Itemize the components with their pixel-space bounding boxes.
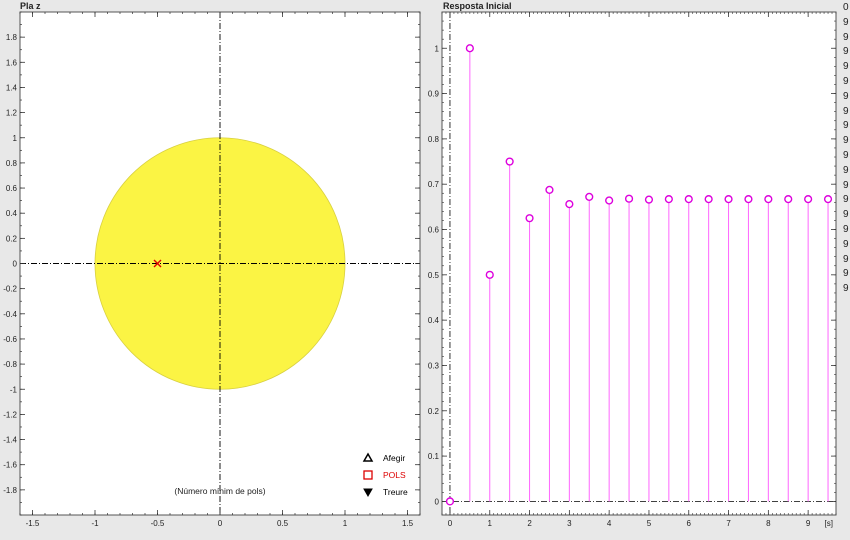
side-strip-digit: 9 xyxy=(843,16,849,28)
x-tick-label: 1.5 xyxy=(402,519,414,528)
y-tick-label: -1.8 xyxy=(3,486,17,495)
y-tick-label: 0.8 xyxy=(6,159,18,168)
y-tick-label: 0.2 xyxy=(428,407,440,416)
x-tick-label: 6 xyxy=(687,519,692,528)
stem-marker xyxy=(724,195,733,204)
stem-marker xyxy=(545,185,554,194)
side-strip-digit: 9 xyxy=(843,76,849,87)
y-tick-label: -1 xyxy=(10,385,18,394)
y-tick-label: 1 xyxy=(435,44,440,53)
side-strip-digit: 9 xyxy=(843,46,849,58)
side-strip-digit: 9 xyxy=(843,61,849,73)
pla-z-panel: Pla z -1.5 -1 -0.5 0 0.5 1 1.5 1.8 1.6 1.4 1.2 1 0.8… xyxy=(0,0,425,540)
side-strip-digit: 9 xyxy=(843,150,849,161)
x-tick-label: 1 xyxy=(343,519,348,528)
x-tick-label: 2 xyxy=(527,519,532,528)
x-tick-label: -0.5 xyxy=(151,519,165,528)
y-tick-label: 0.7 xyxy=(428,180,440,189)
x-tick-label: 7 xyxy=(726,519,731,528)
pla-z-chart[interactable]: -1.5 -1 -0.5 0 0.5 1 1.5 1.8 1.6 1.4 1.2 1 0.8 0.6 0.4… xyxy=(0,0,425,540)
y-tick-label: 0 xyxy=(13,260,18,269)
side-strip-digit: 9 xyxy=(843,238,849,250)
y-tick-label: 0.8 xyxy=(428,135,440,144)
stem-marker xyxy=(525,214,534,223)
y-tick-label: 0.2 xyxy=(6,234,18,243)
y-tick-label: -0.6 xyxy=(3,335,17,344)
y-tick-label: 0.5 xyxy=(428,271,440,280)
y-tick-label: -1.6 xyxy=(3,461,17,470)
stem-marker xyxy=(565,200,574,209)
y-tick-label: 0.9 xyxy=(428,90,440,99)
stem-marker xyxy=(465,44,474,53)
side-strip-digit: 9 xyxy=(843,224,849,235)
stem-marker xyxy=(744,195,753,204)
stem-marker xyxy=(605,196,614,205)
min-poles-note: (Número mínim de pols) xyxy=(174,486,265,496)
side-strip-digit: 9 xyxy=(843,194,849,206)
y-tick-label: 1.6 xyxy=(6,58,18,67)
x-tick-label: -1.5 xyxy=(26,519,40,528)
side-strip-digit: 9 xyxy=(843,209,849,221)
stem-marker xyxy=(445,497,455,506)
side-strip-digit: 9 xyxy=(843,164,849,176)
y-tick-label: 1.2 xyxy=(6,109,18,118)
x-tick-label: 0.5 xyxy=(277,519,289,528)
stem-marker xyxy=(704,195,713,204)
side-strip-digit: 9 xyxy=(843,283,849,295)
y-tick-label: 0.3 xyxy=(428,361,440,370)
legend-label: Afegir xyxy=(383,453,405,463)
y-tick-label: -1.4 xyxy=(3,436,17,445)
stem-marker xyxy=(505,157,514,166)
side-strip-digit: 9 xyxy=(843,179,849,191)
y-tick-label: -0.4 xyxy=(3,310,17,319)
stem-marker xyxy=(764,195,773,204)
stem-marker xyxy=(624,194,634,203)
legend-label: Treure xyxy=(383,487,408,497)
resposta-chart: 0 1 2 3 4 5 6 7 8 9 [s] 0 0.1 0.2 0.3 0.4 0.5 0.6 0.7 0.8 0.… xyxy=(428,11,837,528)
side-strip-digit: 9 xyxy=(843,90,849,102)
y-tick-label: -0.2 xyxy=(3,285,17,294)
side-strip-digit: 9 xyxy=(843,135,849,147)
y-tick-label: 1 xyxy=(13,134,18,143)
x-tick-label: 8 xyxy=(766,519,771,528)
x-tick-label: 9 xyxy=(806,519,811,528)
x-tick-label: 4 xyxy=(607,519,612,528)
side-strip-digit: 9 xyxy=(843,31,849,43)
y-tick-label: 0.6 xyxy=(428,226,440,235)
clipped-side-panel: 0 9 9 9 9 9 9 9 9 9 9 9 9 9 9 9 9 9 9 9 xyxy=(842,0,850,540)
y-tick-label: -1.2 xyxy=(3,410,17,419)
stem-marker xyxy=(644,195,654,204)
x-tick-label: 5 xyxy=(647,519,652,528)
side-strip-digit: 9 xyxy=(843,105,849,117)
stem-marker xyxy=(664,195,673,204)
y-tick-label: 1.8 xyxy=(6,33,18,42)
plot-area xyxy=(441,11,837,516)
stem-marker xyxy=(804,195,813,204)
x-tick-label: 1 xyxy=(488,519,493,528)
side-strip-digit: 0 xyxy=(843,2,849,13)
stem-marker xyxy=(784,195,793,204)
y-tick-label: 0.6 xyxy=(6,184,18,193)
y-tick-label: 0.4 xyxy=(6,209,18,218)
side-strip-digit: 9 xyxy=(843,268,849,280)
y-tick-label: -0.8 xyxy=(3,360,17,369)
x-tick-label: 0 xyxy=(448,519,453,528)
x-tick-label: 3 xyxy=(567,519,572,528)
stem-marker xyxy=(684,195,693,204)
y-tick-label: 0 xyxy=(435,497,440,506)
stem-marker xyxy=(585,192,594,201)
x-unit-label: [s] xyxy=(825,519,833,528)
stem-marker xyxy=(823,195,833,204)
x-tick-label: -1 xyxy=(91,519,99,528)
resposta-panel: Resposta Inicial 0 1 2 3 4 5 6 7 8 9 [s] 0 0.1 0.2 0.3… xyxy=(425,0,842,540)
x-tick-label: 0 xyxy=(218,519,223,528)
side-strip-digit: 9 xyxy=(843,120,849,132)
y-tick-label: 0.1 xyxy=(428,452,440,461)
side-strip-digit: 9 xyxy=(843,253,849,265)
legend-label: POLS xyxy=(383,470,406,480)
y-tick-label: 1.4 xyxy=(6,83,18,92)
y-tick-label: 0.4 xyxy=(428,316,440,325)
stem-marker xyxy=(485,270,494,279)
